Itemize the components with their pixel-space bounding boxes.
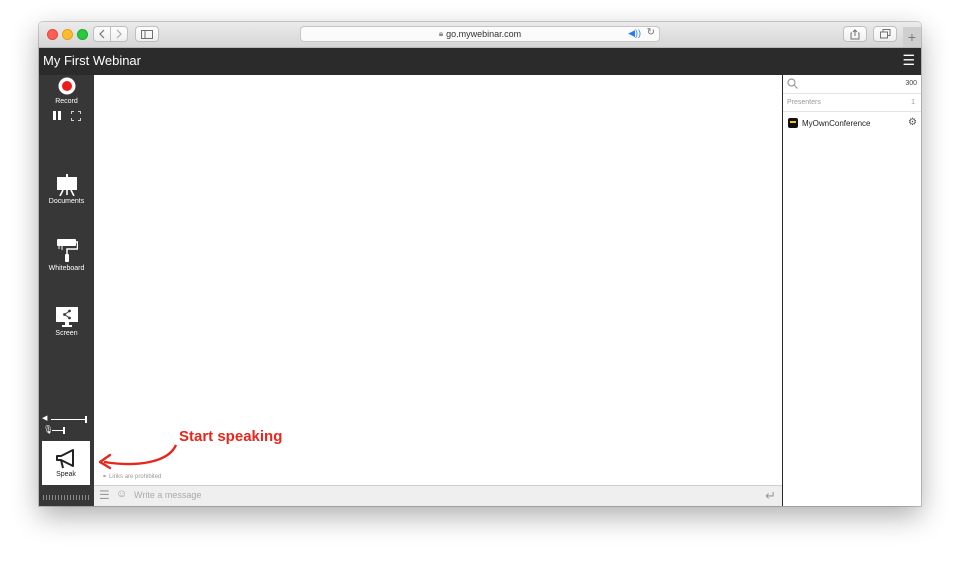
audio-level-meter: [43, 495, 89, 500]
presentation-stage: [94, 75, 782, 482]
speaker-icon[interactable]: ◀)): [628, 28, 641, 39]
sidebar-icon: [141, 29, 153, 39]
url-text: go.mywebinar.com: [446, 29, 522, 39]
record-icon: [58, 77, 75, 95]
screen-share-icon: [55, 307, 78, 327]
sidebar-toggle-button[interactable]: [135, 26, 159, 42]
participant-name: MyOwnConference: [802, 119, 871, 128]
maximize-window-button[interactable]: [77, 29, 88, 40]
record-button[interactable]: Record: [39, 77, 94, 105]
webinar-title: My First Webinar: [43, 53, 141, 68]
megaphone-icon: [56, 449, 74, 469]
documents-button[interactable]: Documents: [39, 174, 94, 205]
presenters-count: 1: [911, 99, 915, 106]
share-icon: [850, 28, 860, 39]
gear-icon[interactable]: ⚙: [908, 117, 917, 128]
app-header: My First Webinar ☰: [39, 48, 921, 75]
presentation-board-icon: [56, 174, 77, 197]
speak-button[interactable]: Speak: [42, 441, 90, 485]
fullscreen-icon[interactable]: [71, 111, 81, 121]
tabs-icon: [879, 29, 890, 39]
message-input[interactable]: Write a message: [134, 490, 201, 500]
documents-label: Documents: [48, 198, 85, 205]
screen-label: Screen: [55, 330, 78, 337]
forward-button[interactable]: [110, 26, 128, 42]
send-enter-icon[interactable]: ↵: [765, 488, 776, 504]
annotation-arrow: [98, 444, 178, 470]
start-speaking-annotation: Start speaking: [179, 428, 283, 445]
participant-search[interactable]: 300: [783, 75, 921, 94]
microphone-volume-slider[interactable]: 🎙︎: [42, 425, 88, 435]
speaker-icon: ◀: [42, 415, 48, 422]
hamburger-menu-icon[interactable]: ☰: [902, 52, 915, 69]
record-label: Record: [55, 98, 78, 105]
presenters-label: Presenters: [787, 99, 821, 106]
chat-composer: ☰ ☺ Write a message ↵: [94, 485, 782, 506]
reload-icon[interactable]: ↻: [647, 27, 655, 38]
link-icon: ⚭: [102, 474, 108, 480]
emoji-icon[interactable]: ☺: [116, 488, 127, 500]
browser-window: 🔒︎ go.mywebinar.com ◀)) ↻ + My First Web…: [39, 22, 921, 506]
tabs-overview-button[interactable]: [873, 26, 897, 42]
share-button[interactable]: [843, 26, 867, 42]
screen-share-button[interactable]: Screen: [39, 306, 94, 337]
chat-menu-icon[interactable]: ☰: [99, 488, 110, 502]
search-icon: [787, 78, 798, 89]
whiteboard-label: Whiteboard: [48, 265, 85, 272]
address-bar[interactable]: 🔒︎ go.mywebinar.com ◀)) ↻: [300, 26, 660, 42]
whiteboard-button[interactable]: Whiteboard: [39, 239, 94, 272]
avatar: [788, 118, 798, 128]
close-window-button[interactable]: [47, 29, 58, 40]
chevron-left-icon: [99, 29, 105, 39]
back-button[interactable]: [93, 26, 111, 42]
participant-count: 300: [905, 80, 917, 87]
presenters-header: Presenters 1: [783, 94, 921, 112]
paint-roller-icon: [56, 239, 78, 262]
speaker-volume-slider[interactable]: ◀: [42, 415, 88, 424]
participants-panel: 300 Presenters 1 MyOwnConference ⚙: [782, 75, 921, 506]
links-prohibited-note: ⚭ Links are prohibited: [102, 474, 162, 480]
speak-label: Speak: [56, 471, 76, 478]
new-tab-button[interactable]: +: [903, 27, 921, 47]
chevron-right-icon: [116, 29, 122, 39]
browser-toolbar: 🔒︎ go.mywebinar.com ◀)) ↻ +: [39, 22, 921, 48]
minimize-window-button[interactable]: [62, 29, 73, 40]
list-item[interactable]: MyOwnConference ⚙: [783, 116, 921, 132]
pause-icon[interactable]: [53, 111, 61, 120]
lock-icon: 🔒︎: [438, 29, 444, 38]
